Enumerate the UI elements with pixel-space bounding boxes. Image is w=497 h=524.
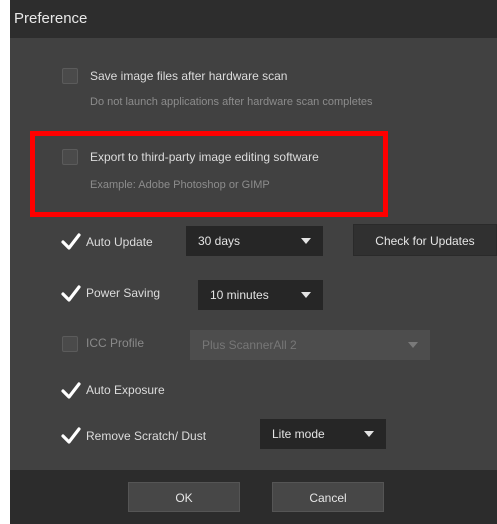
check-for-updates-button[interactable]: Check for Updates xyxy=(353,224,497,256)
auto-exposure-label: Auto Exposure xyxy=(86,383,165,397)
dialog-footer: OK Cancel xyxy=(10,470,497,524)
export-third-party-checkbox[interactable] xyxy=(62,149,78,165)
checkmark-icon xyxy=(61,382,81,399)
chevron-down-icon xyxy=(301,292,311,298)
highlight-box xyxy=(30,131,388,217)
power-saving-label: Power Saving xyxy=(86,286,161,300)
power-saving-checkbox[interactable] xyxy=(61,285,81,302)
preference-dialog: Preference Save image files after hardwa… xyxy=(10,0,497,524)
auto-exposure-checkbox[interactable] xyxy=(61,382,81,399)
checkmark-icon xyxy=(61,233,81,250)
auto-update-dropdown[interactable]: 30 days xyxy=(186,226,323,256)
remove-scratch-dropdown[interactable]: Lite mode xyxy=(260,419,386,449)
icc-profile-checkbox[interactable] xyxy=(62,336,78,352)
remove-scratch-checkbox[interactable] xyxy=(61,427,81,444)
auto-update-checkbox[interactable] xyxy=(61,233,81,250)
icc-profile-dropdown[interactable]: Plus ScannerAll 2 xyxy=(190,330,430,360)
preference-content: Save image files after hardware scan Do … xyxy=(10,38,497,470)
auto-update-label: Auto Update xyxy=(86,235,153,249)
save-image-files-checkbox[interactable] xyxy=(62,68,78,84)
icc-profile-label: ICC Profile xyxy=(86,336,145,350)
power-saving-dropdown[interactable]: 10 minutes xyxy=(198,280,323,310)
save-image-files-description: Do not launch applications after hardwar… xyxy=(90,96,373,108)
checkmark-icon xyxy=(61,285,81,302)
save-image-files-label: Save image files after hardware scan xyxy=(90,69,288,83)
ok-button[interactable]: OK xyxy=(128,482,240,512)
cancel-button[interactable]: Cancel xyxy=(272,482,384,512)
auto-update-selected: 30 days xyxy=(198,234,241,248)
remove-scratch-label: Remove Scratch/ Dust xyxy=(86,429,207,443)
export-third-party-description: Example: Adobe Photoshop or GIMP xyxy=(90,179,270,191)
chevron-down-icon xyxy=(408,342,418,348)
window-title: Preference xyxy=(10,0,497,38)
chevron-down-icon xyxy=(301,238,311,244)
export-third-party-label: Export to third-party image editing soft… xyxy=(90,150,319,164)
power-saving-selected: 10 minutes xyxy=(210,288,269,302)
icc-profile-selected: Plus ScannerAll 2 xyxy=(202,338,297,352)
checkmark-icon xyxy=(61,427,81,444)
chevron-down-icon xyxy=(364,431,374,437)
remove-scratch-selected: Lite mode xyxy=(272,427,325,441)
